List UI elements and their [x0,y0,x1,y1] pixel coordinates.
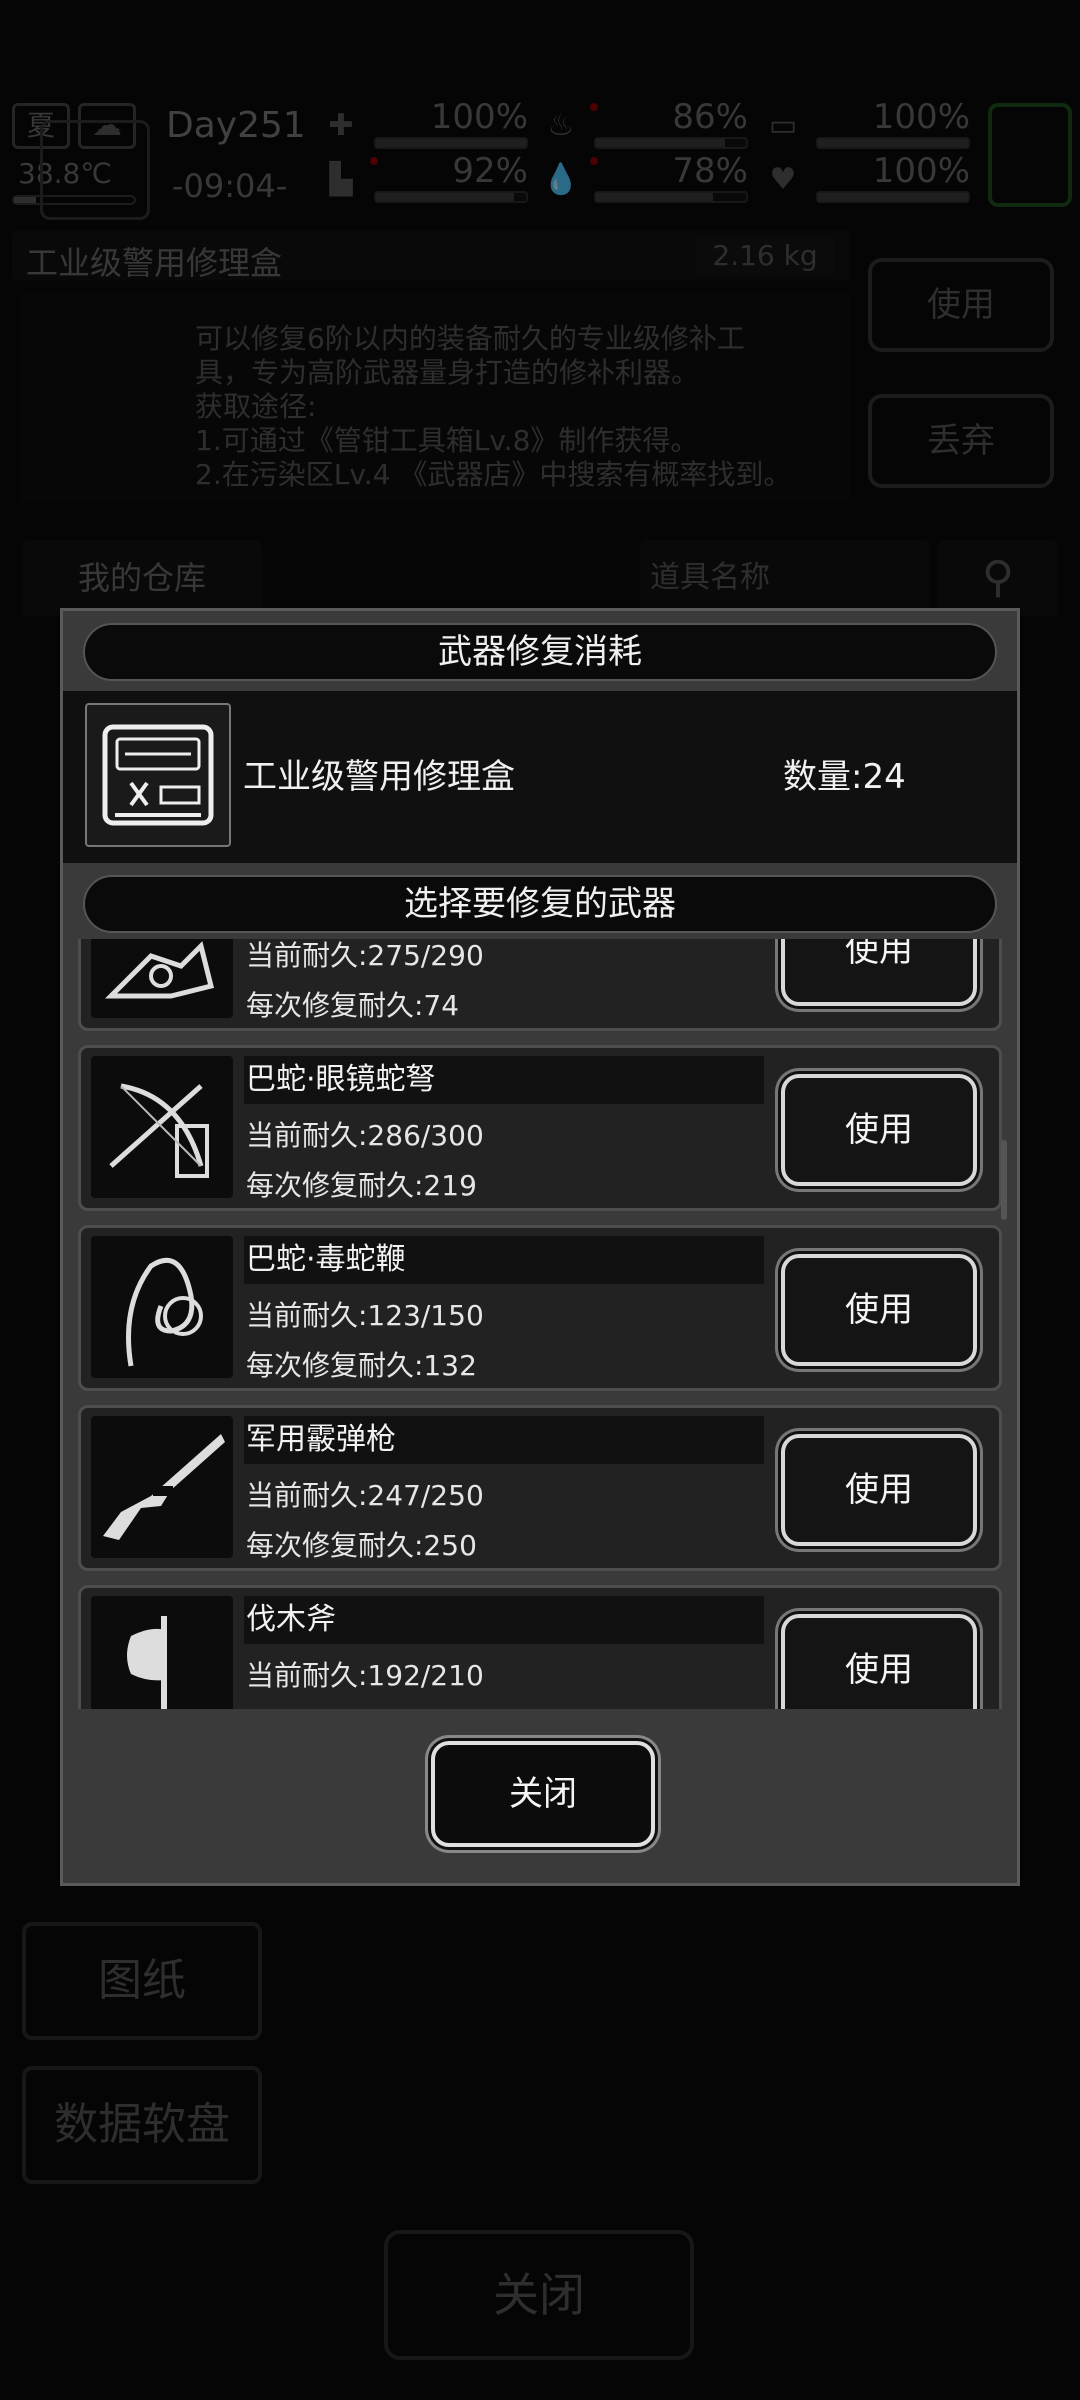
use-button[interactable]: 使用 [781,1434,977,1546]
weapon-name: 巴蛇·毒蛇鞭 [244,1236,764,1284]
use-button[interactable]: 使用 [781,939,977,1006]
weapon-name: 巴蛇·眼镜蛇弩 [244,1056,764,1104]
select-weapon-bar: 选择要修复的武器 [83,875,997,933]
weapon-durability: 当前耐久:192/210 [246,1659,484,1692]
weapon-name: 军用霰弹枪 [244,1416,764,1464]
weapon-repair-amount: 每次修复耐久:219 [246,1169,477,1202]
consumable-name: 工业级警用修理盒 [243,757,515,797]
shotgun-icon [91,1416,233,1558]
weapon-name: 伐木斧 [244,1596,764,1644]
dialog-footer: 关闭 [63,1709,1017,1883]
weapon-durability: 当前耐久:275/290 [246,939,484,972]
weapon-row: 当前耐久:275/290 每次修复耐久:74 使用 [78,939,1002,1031]
select-weapon-title: 选择要修复的武器 [404,884,676,924]
weapon-durability: 当前耐久:286/300 [246,1119,484,1152]
toolbox-icon [85,703,231,847]
consumable-row: 工业级警用修理盒 数量:24 [63,691,1017,863]
weapon-repair-amount: 每次修复耐久:250 [246,1529,477,1562]
axe-icon [91,1596,233,1709]
weapon-repair-amount: 每次修复耐久:132 [246,1349,477,1382]
weapon-row: 巴蛇·眼镜蛇弩 当前耐久:286/300 每次修复耐久:219 使用 [78,1045,1002,1211]
use-button[interactable]: 使用 [781,1254,977,1366]
dialog-title-bar: 武器修复消耗 [83,623,997,681]
weapon-row: 巴蛇·毒蛇鞭 当前耐久:123/150 每次修复耐久:132 使用 [78,1225,1002,1391]
weapon-durability: 当前耐久:123/150 [246,1299,484,1332]
close-button[interactable]: 关闭 [431,1741,655,1847]
weapon-durability: 当前耐久:247/250 [246,1479,484,1512]
weapon-repair-amount: 每次修复耐久:74 [246,989,460,1022]
weapon-list[interactable]: 当前耐久:275/290 每次修复耐久:74 使用 巴蛇·眼镜蛇弩 当前耐久:2… [63,939,1017,1709]
scrollbar[interactable] [1001,1140,1007,1220]
use-button[interactable]: 使用 [781,1074,977,1186]
whip-icon [91,1236,233,1378]
weapon-row: 军用霰弹枪 当前耐久:247/250 每次修复耐久:250 使用 [78,1405,1002,1571]
weapon-icon [91,939,233,1018]
use-button[interactable]: 使用 [781,1614,977,1709]
weapon-row: 伐木斧 当前耐久:192/210 使用 [78,1585,1002,1709]
weapon-repair-dialog: 武器修复消耗 工业级警用修理盒 数量:24 选择要修复的武器 当前耐久:275/… [60,608,1020,1886]
dialog-title: 武器修复消耗 [438,632,642,672]
crossbow-icon [91,1056,233,1198]
consumable-quantity: 数量:24 [783,757,906,797]
